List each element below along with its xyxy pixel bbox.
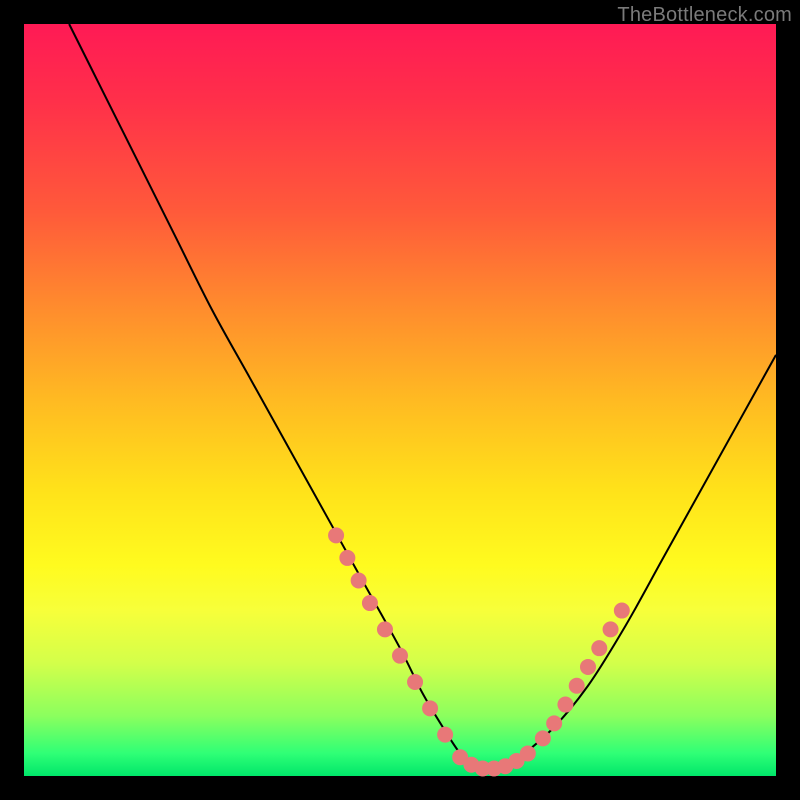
watermark-text: TheBottleneck.com bbox=[617, 4, 792, 27]
marker-dot bbox=[407, 674, 423, 690]
marker-dot bbox=[362, 595, 378, 611]
plot-area bbox=[24, 24, 776, 776]
curve-path bbox=[69, 24, 776, 770]
chart-svg bbox=[24, 24, 776, 776]
marker-dot bbox=[328, 527, 344, 543]
marker-dot bbox=[392, 648, 408, 664]
marker-dot bbox=[546, 715, 562, 731]
marker-dot bbox=[580, 659, 596, 675]
marker-dot bbox=[557, 697, 573, 713]
marker-dot bbox=[569, 678, 585, 694]
marker-dot bbox=[603, 621, 619, 637]
chart-frame: TheBottleneck.com bbox=[0, 0, 800, 800]
marker-dot bbox=[339, 550, 355, 566]
curve-line-group bbox=[69, 24, 776, 770]
marker-dot bbox=[437, 727, 453, 743]
marker-dot bbox=[377, 621, 393, 637]
marker-dot bbox=[520, 745, 536, 761]
marker-dot bbox=[591, 640, 607, 656]
marker-dot bbox=[535, 730, 551, 746]
marker-dot bbox=[614, 603, 630, 619]
marker-dot bbox=[351, 572, 367, 588]
marker-dots-group bbox=[328, 527, 630, 776]
marker-dot bbox=[422, 700, 438, 716]
